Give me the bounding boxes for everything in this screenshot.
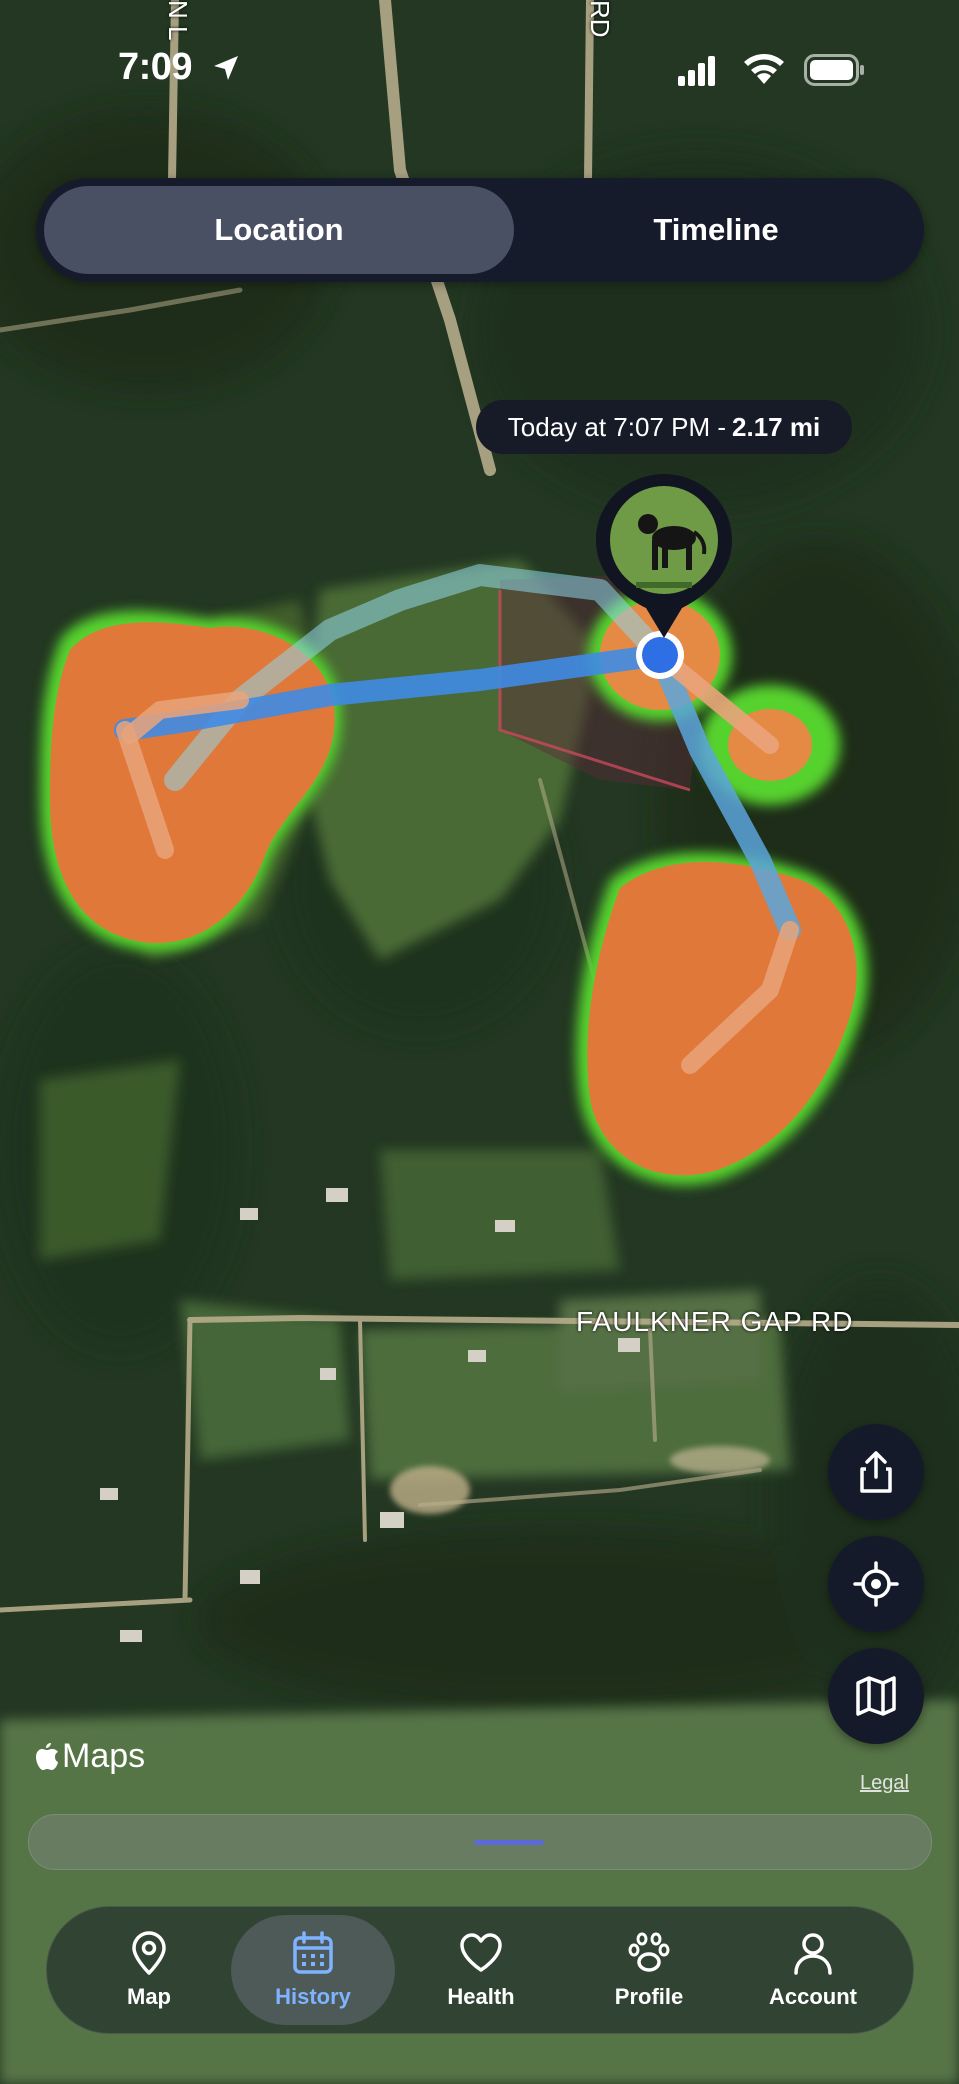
cellular-signal-icon xyxy=(678,56,715,86)
segment-location[interactable]: Location xyxy=(44,186,514,274)
tab-label-profile: Profile xyxy=(614,1984,684,2009)
tab-label-account: Account xyxy=(769,1984,857,2009)
map-style-button[interactable] xyxy=(828,1648,924,1744)
status-time: 7:09 xyxy=(118,46,193,88)
apple-logo-icon xyxy=(36,1743,58,1770)
status-bar: 7:09 xyxy=(0,0,959,140)
bottom-sheet[interactable] xyxy=(28,1814,932,1870)
tab-label-map: Map xyxy=(127,1984,171,2009)
tab-account[interactable]: Account xyxy=(731,1915,895,2025)
tab-map[interactable]: Map xyxy=(67,1915,231,2025)
last-location-tooltip: Today at 7:07 PM - 2.17 mi xyxy=(476,400,852,454)
map-pin-icon xyxy=(132,1931,166,1975)
tooltip-time: Today at 7:07 PM - xyxy=(507,411,727,442)
pet-avatar-pin[interactable] xyxy=(592,470,736,674)
tab-label-history: History xyxy=(275,1984,351,2009)
tab-label-health: Health xyxy=(447,1984,515,2009)
wifi-icon xyxy=(744,54,784,84)
maps-label: Maps xyxy=(62,1736,146,1775)
tooltip-distance: 2.17 mi xyxy=(732,411,821,442)
calendar-icon xyxy=(293,1931,333,1974)
sheet-drag-handle[interactable] xyxy=(474,1840,544,1845)
crosshair-icon xyxy=(853,1561,899,1607)
apple-maps-attribution: Maps xyxy=(34,1734,145,1778)
paw-icon xyxy=(628,1932,670,1972)
share-button[interactable] xyxy=(828,1424,924,1520)
map-icon xyxy=(856,1676,896,1716)
legal-link[interactable]: Legal xyxy=(860,1772,909,1795)
location-timeline-toggle: Location Timeline xyxy=(36,178,924,282)
battery-icon xyxy=(804,54,864,86)
tab-health[interactable]: Health xyxy=(399,1915,563,2025)
person-icon xyxy=(794,1933,832,1975)
heart-icon xyxy=(460,1933,502,1972)
segment-timeline[interactable]: Timeline xyxy=(516,186,916,274)
tab-bar: Map History Health Profile Account xyxy=(46,1906,914,2034)
share-icon xyxy=(860,1451,892,1493)
road-label-faulkner-gap: FAULKNER GAP RD xyxy=(576,1306,854,1337)
location-arrow-icon xyxy=(214,56,238,80)
tab-history[interactable]: History xyxy=(231,1915,395,2025)
recenter-button[interactable] xyxy=(828,1536,924,1632)
tab-profile[interactable]: Profile xyxy=(567,1915,731,2025)
